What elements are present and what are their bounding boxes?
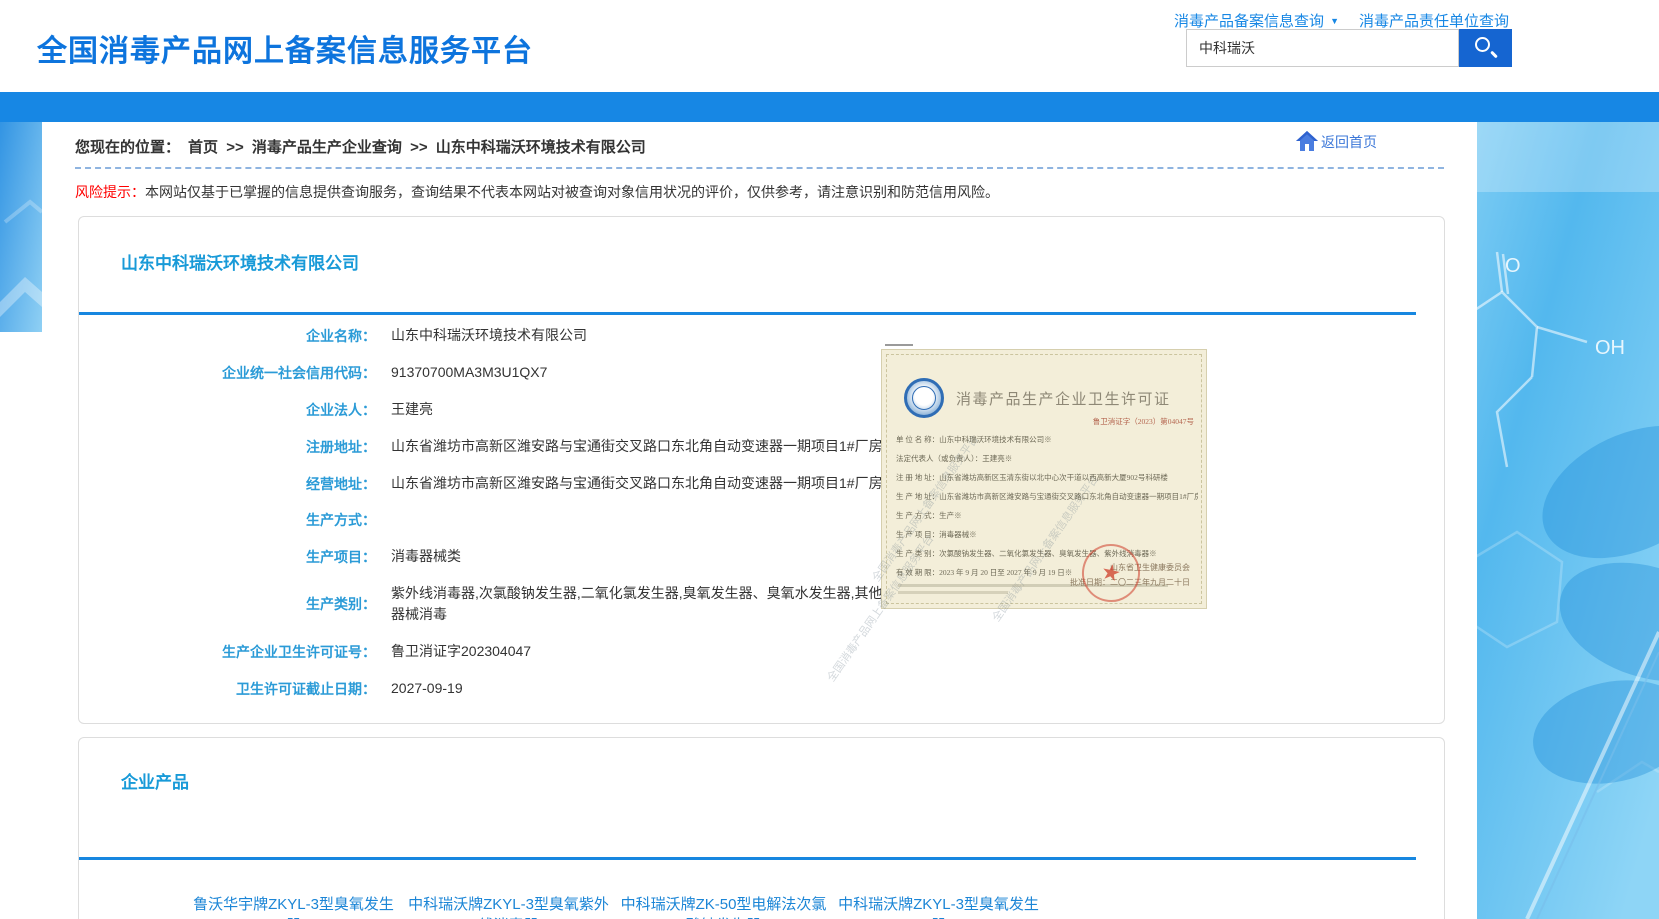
search-bar: [1186, 29, 1512, 67]
field-label: 注册地址：: [176, 437, 376, 457]
site-title: 全国消毒产品网上备案信息服务平台: [37, 26, 533, 70]
certificate-text-line: 注 册 地 址：山东省潍坊高新区玉清东街以北中心次干道以西高新大厦902号科研楼: [896, 468, 1198, 487]
company-name-title: 山东中科瑞沃环境技术有限公司: [121, 249, 1444, 274]
certificate-text-line: 法定代表人（或负责人）：王建亮※: [896, 449, 1198, 468]
field-value: 紫外线消毒器,次氯酸钠发生器,二氧化氯发生器,臭氧发生器、臭氧水发生器,其他器械…: [391, 583, 891, 625]
site-header: 全国消毒产品网上备案信息服务平台 消毒产品备案信息查询 ▼ 消毒产品责任单位查询: [0, 0, 1659, 92]
certificate-text-line: 生 产 项 目：消毒器械※: [896, 525, 1198, 544]
certificate-title: 消毒产品生产企业卫生许可证: [956, 388, 1171, 409]
breadcrumb-link[interactable]: 消毒产品生产企业查询: [252, 139, 402, 156]
risk-notice-label: 风险提示：: [75, 184, 145, 200]
search-icon: [1475, 37, 1490, 52]
field-row: 经营地址： 山东省潍坊市高新区潍安路与宝通街交叉路口东北角自动变速器一期项目1#…: [176, 473, 1444, 494]
title-underline: [79, 312, 1416, 315]
breadcrumb-link[interactable]: 首页: [188, 139, 218, 156]
home-icon: [1295, 130, 1319, 152]
field-label: 生产企业卫生许可证号：: [176, 642, 376, 662]
field-row: 生产项目： 消毒器械类: [176, 546, 1444, 567]
nav-link-registration-info-query[interactable]: 消毒产品备案信息查询 ▼: [1174, 10, 1339, 31]
back-home-link[interactable]: 返回首页: [1295, 130, 1377, 152]
field-row: 企业法人： 王建亮: [176, 399, 1444, 420]
nav-link-responsible-unit-query[interactable]: 消毒产品责任单位查询: [1359, 10, 1509, 31]
field-row: 生产方式：: [176, 510, 1444, 530]
field-label: 卫生许可证截止日期：: [176, 679, 376, 699]
left-background-decoration: [0, 92, 42, 332]
field-row: 生产类别： 紫外线消毒器,次氯酸钠发生器,二氧化氯发生器,臭氧发生器、臭氧水发生…: [176, 583, 1444, 625]
breadcrumb-row: 您现在的位置： 首页 >> 消毒产品生产企业查询 >> 山东中科瑞沃环境技术有限公…: [42, 122, 1477, 157]
field-label: 企业法人：: [176, 400, 376, 420]
molecule-label-oh: OH: [1595, 337, 1625, 359]
product-link[interactable]: 鲁沃华宇牌ZKYL-3型臭氧发生器: [186, 894, 401, 919]
field-label: 生产方式：: [176, 510, 376, 530]
field-value: 鲁卫消证字202304047: [391, 641, 531, 662]
chevron-down-icon[interactable]: ▼: [1330, 16, 1339, 26]
field-value: 山东省潍坊市高新区潍安路与宝通街交叉路口东北角自动变速器一期项目1#厂房: [391, 436, 883, 457]
certificate-emblem-icon: [904, 378, 944, 418]
main-content: 您现在的位置： 首页 >> 消毒产品生产企业查询 >> 山东中科瑞沃环境技术有限公…: [42, 122, 1477, 919]
top-nav: 消毒产品备案信息查询 ▼ 消毒产品责任单位查询: [1174, 10, 1509, 31]
molecule-label-o: O: [1505, 255, 1521, 277]
field-row: 企业统一社会信用代码： 91370700MA3M3U1QX7: [176, 362, 1444, 383]
field-label: 生产类别：: [176, 594, 376, 614]
field-row: 注册地址： 山东省潍坊市高新区潍安路与宝通街交叉路口东北角自动变速器一期项目1#…: [176, 436, 1444, 457]
right-background-decoration: O OH: [1477, 92, 1659, 919]
breadcrumb-separator: >>: [406, 139, 432, 156]
breadcrumb-separator: >>: [222, 139, 248, 156]
field-row: 生产企业卫生许可证号： 鲁卫消证字202304047: [176, 641, 1444, 662]
certificate-photo-artifact: [885, 344, 913, 346]
product-link[interactable]: 中科瑞沃牌ZK-50型电解法次氯酸钠发生器: [616, 894, 831, 919]
certificate-text-line: 生 产 地 址：山东省潍坊市高新区潍安路与宝通街交叉路口东北角自动变速器一期项目…: [896, 487, 1198, 506]
field-row: 企业名称： 山东中科瑞沃环境技术有限公司: [176, 325, 1444, 346]
product-list: 鲁沃华宇牌ZKYL-3型臭氧发生器 中科瑞沃牌ZKYL-3型臭氧紫外线消毒器 中…: [186, 894, 1066, 919]
field-label: 企业名称：: [176, 326, 376, 346]
field-value: 消毒器械类: [391, 546, 461, 567]
dashed-divider: [75, 167, 1444, 169]
breadcrumb: 您现在的位置： 首页 >> 消毒产品生产企业查询 >> 山东中科瑞沃环境技术有限公…: [75, 139, 646, 156]
field-value: 山东中科瑞沃环境技术有限公司: [391, 325, 587, 346]
certificate-text-line: 单 位 名 称：山东中科瑞沃环境技术有限公司※: [896, 430, 1198, 449]
search-button[interactable]: [1459, 29, 1512, 67]
field-label: 生产项目：: [176, 547, 376, 567]
breadcrumb-link[interactable]: 山东中科瑞沃环境技术有限公司: [436, 139, 646, 156]
field-label: 企业统一社会信用代码：: [176, 363, 376, 383]
license-certificate-image: 全国消毒产品网上备案信息服务平台 全国消毒产品网上备案信息服务平台 全国消毒产品…: [881, 349, 1207, 609]
field-value: 王建亮: [391, 399, 433, 420]
field-value: 山东省潍坊市高新区潍安路与宝通街交叉路口东北角自动变速器一期项目1#厂房: [391, 473, 883, 494]
product-link[interactable]: 中科瑞沃牌ZKYL-3型臭氧发生器: [831, 894, 1046, 919]
products-section-title: 企业产品: [121, 768, 1444, 793]
company-info-card: 山东中科瑞沃环境技术有限公司 企业名称： 山东中科瑞沃环境技术有限公司 企业统一…: [78, 216, 1445, 724]
field-value: 91370700MA3M3U1QX7: [391, 362, 547, 383]
page: O OH 全国消毒产品网上备案信息服务平台: [0, 0, 1659, 919]
field-label: 经营地址：: [176, 474, 376, 494]
field-row: 卫生许可证截止日期： 2027-09-19: [176, 678, 1444, 699]
risk-notice: 风险提示：本网站仅基于已掌握的信息提供查询服务，查询结果不代表本网站对被查询对象…: [75, 182, 1444, 202]
product-link[interactable]: 中科瑞沃牌ZKYL-3型臭氧紫外线消毒器: [401, 894, 616, 919]
field-value: 2027-09-19: [391, 678, 463, 699]
company-fields: 企业名称： 山东中科瑞沃环境技术有限公司 企业统一社会信用代码： 9137070…: [79, 325, 1444, 699]
certificate-text-line: 生 产 方 式：生产※: [896, 506, 1198, 525]
risk-notice-text: 本网站仅基于已掌握的信息提供查询服务，查询结果不代表本网站对被查询对象信用状况的…: [145, 184, 999, 200]
company-products-card: 企业产品 鲁沃华宇牌ZKYL-3型臭氧发生器 中科瑞沃牌ZKYL-3型臭氧紫外线…: [78, 737, 1445, 919]
header-blue-bar: [0, 92, 1659, 122]
search-input[interactable]: [1186, 29, 1459, 67]
breadcrumb-prefix: 您现在的位置：: [75, 139, 180, 156]
certificate-number: 鲁卫消证字（2023）第04047号: [1093, 416, 1194, 427]
certificate-fine-print: [898, 591, 1008, 594]
title-underline: [79, 857, 1416, 860]
